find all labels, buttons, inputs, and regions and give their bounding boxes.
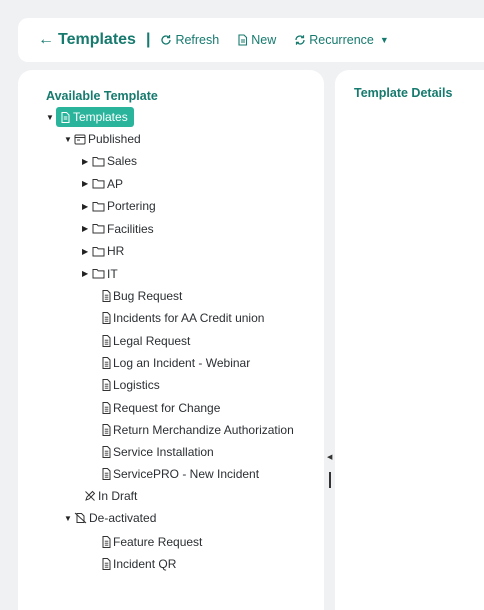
tree-folder[interactable]: ▶ Portering [82, 196, 156, 216]
tree-item-label: Sales [107, 154, 138, 168]
tree-template-item[interactable]: Legal Request [92, 331, 190, 351]
document-icon [102, 312, 111, 325]
document-icon [102, 356, 111, 369]
new-document-icon [238, 34, 248, 46]
deactivated-label: De-activated [89, 511, 157, 525]
tree-template-item[interactable]: Bug Request [92, 286, 182, 306]
document-icon [102, 334, 111, 347]
document-icon [102, 446, 111, 459]
tree-item-label: Facilities [107, 221, 154, 236]
tree-template-item[interactable]: Request for Change [92, 398, 220, 418]
deactivated-icon [74, 512, 87, 524]
new-button[interactable]: New [237, 33, 276, 47]
template-details-heading: Template Details [354, 86, 453, 100]
tree-template-item[interactable]: Service Installation [92, 442, 214, 462]
tree-item-label: Service Installation [113, 445, 214, 460]
tree-template-item[interactable]: Feature Request [92, 532, 202, 552]
expand-caret-icon[interactable]: ▶ [82, 269, 92, 278]
folder-icon [92, 246, 105, 257]
tree-folder[interactable]: ▶ HR [82, 241, 124, 261]
recurrence-dropdown[interactable]: Recurrence ▼ [294, 33, 389, 47]
refresh-icon [161, 35, 172, 45]
tree-item-label: Incidents for AA Credit union [113, 311, 265, 326]
toolbar: ← Templates | Refresh New Recurrence ▼ [18, 18, 484, 62]
document-icon [102, 468, 111, 481]
expand-caret-icon[interactable]: ▼ [46, 113, 56, 122]
tree-item-label: ServicePRO - New Incident [113, 467, 260, 482]
tree-folder[interactable]: ▶ IT [82, 264, 118, 284]
title-separator: | [145, 31, 151, 48]
new-label: New [251, 33, 277, 47]
page-title: Templates [58, 31, 136, 48]
tree-item-label: Feature Request [113, 535, 203, 549]
expand-caret-icon[interactable]: ▼ [64, 514, 74, 523]
tree-node-root[interactable]: ▼ Templates [46, 107, 134, 127]
available-template-heading: Available Template [46, 89, 158, 103]
tree-item-label: Bug Request [113, 289, 183, 303]
document-icon [102, 423, 111, 436]
expand-caret-icon[interactable]: ▶ [82, 247, 92, 256]
tree-folder[interactable]: ▶ Sales [82, 151, 137, 171]
tree-node-published[interactable]: ▼ Published [64, 129, 141, 149]
folder-icon [92, 201, 105, 212]
document-icon [102, 379, 111, 392]
back-arrow-icon[interactable]: ← [38, 32, 54, 48]
tree-item-label: Request for Change [113, 400, 221, 415]
panel-splitter-handle[interactable] [329, 472, 331, 488]
tree-item-label: HR [107, 244, 125, 258]
tree-item-label: Log an Incident - Webinar [113, 355, 251, 370]
tree-root-selected[interactable]: Templates [56, 107, 134, 127]
template-icon [61, 111, 70, 123]
chevron-down-icon: ▼ [379, 35, 389, 45]
document-icon [102, 558, 111, 571]
tree-item-label: Legal Request [113, 333, 191, 348]
tree-item-label: Incident QR [113, 557, 177, 572]
tree-item-label: Return Merchandize Authorization [113, 422, 294, 437]
refresh-label: Refresh [175, 33, 220, 47]
tree-folder[interactable]: ▶ AP [82, 174, 123, 194]
tree-template-item[interactable]: Log an Incident - Webinar [92, 353, 250, 373]
tree-template-item[interactable]: Return Merchandize Authorization [92, 420, 294, 440]
tree-node-deactivated[interactable]: ▼ De-activated [64, 508, 156, 528]
draft-pencil-icon [84, 490, 96, 502]
expand-caret-icon[interactable]: ▶ [82, 179, 92, 188]
available-template-panel: Available Template ▼ Templates ▼ Publish… [18, 70, 324, 610]
tree-item-label: Logistics [113, 378, 160, 393]
in-draft-label: In Draft [98, 489, 138, 503]
tree-template-item[interactable]: Incident QR [92, 554, 176, 574]
tree-item-label: IT [107, 266, 118, 281]
document-icon [102, 536, 111, 548]
tree-node-in-draft[interactable]: In Draft [74, 486, 137, 506]
tree-folder[interactable]: ▶ Facilities [82, 219, 154, 239]
document-icon [102, 401, 111, 414]
expand-caret-icon[interactable]: ▶ [82, 202, 92, 211]
refresh-button[interactable]: Refresh [160, 33, 219, 47]
tree-item-label: Portering [107, 199, 156, 213]
tree-template-item[interactable]: ServicePRO - New Incident [92, 464, 259, 484]
template-details-panel: Template Details [335, 70, 484, 610]
tree-template-item[interactable]: Incidents for AA Credit union [92, 308, 264, 328]
collapse-arrow-icon[interactable]: ◀ [327, 453, 332, 461]
tree-root-label: Templates [73, 110, 128, 124]
recurrence-icon [295, 35, 305, 45]
tree-item-label: AP [107, 176, 124, 191]
expand-caret-icon[interactable]: ▼ [64, 135, 74, 144]
recurrence-label: Recurrence [309, 33, 374, 47]
document-icon [102, 290, 111, 302]
published-icon [74, 134, 86, 145]
folder-icon [92, 223, 105, 234]
published-label: Published [88, 132, 141, 146]
folder-icon [92, 268, 105, 279]
folder-icon [92, 156, 105, 167]
folder-icon [92, 178, 105, 189]
tree-template-item[interactable]: Logistics [92, 375, 160, 395]
expand-caret-icon[interactable]: ▶ [82, 157, 92, 166]
expand-caret-icon[interactable]: ▶ [82, 224, 92, 233]
